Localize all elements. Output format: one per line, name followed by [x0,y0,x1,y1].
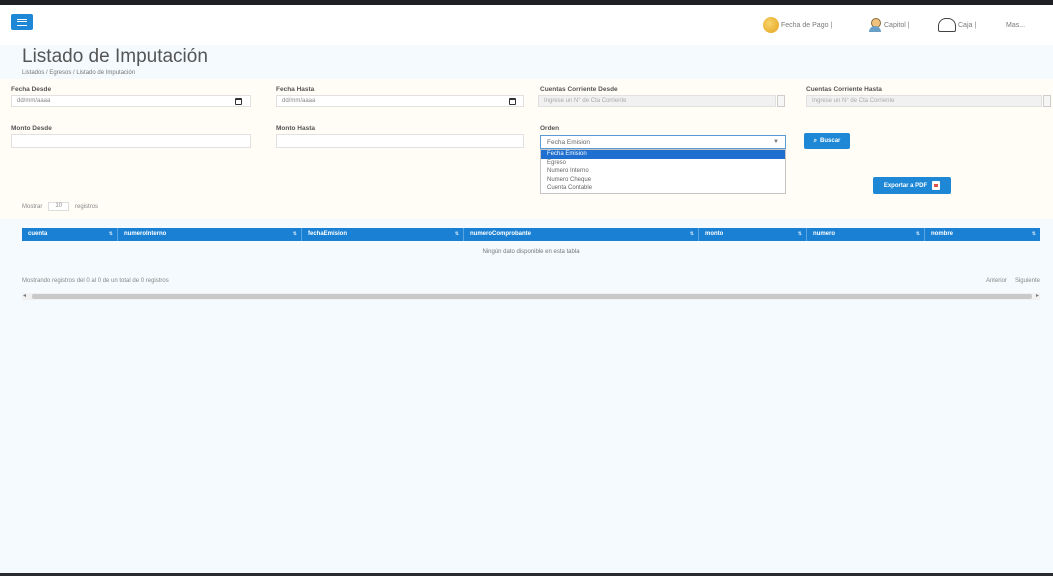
caja-label: Caja | [958,21,977,29]
column-header-numero-comprobante[interactable]: numeroComprobante ⇅ [464,228,699,241]
cc-desde-label: Cuentas Corriente Desde [540,86,618,93]
cc-hasta-scroll[interactable] [1043,95,1051,107]
chevron-down-icon: ▼ [773,139,779,145]
buscar-button[interactable]: ⌕ Buscar [804,133,850,149]
table-info-row: Mostrando registros del 0 al 0 de un tot… [22,278,1040,284]
monto-desde-label: Monto Desde [11,125,52,132]
column-header-cuenta[interactable]: cuenta ⇅ [22,228,118,241]
sort-icon: ⇅ [915,231,920,237]
pagination-previous[interactable]: Anterior [986,278,1007,284]
orden-select[interactable]: Fecha Emision ▼ [540,135,786,149]
orden-option-numero-cheque[interactable]: Numero Cheque [541,176,785,185]
table-header: cuenta ⇅ numeroInterno ⇅ fechaEmision ⇅ num… [22,228,1040,241]
cc-hasta-input[interactable]: Ingrese un N° de Cta Corriente [806,95,1042,107]
orden-option-egreso[interactable]: Egreso [541,159,785,168]
column-header-monto[interactable]: monto ⇅ [699,228,807,241]
table-info: Mostrando registros del 0 al 0 de un tot… [22,278,169,284]
page-title: Listado de Imputación [22,46,208,67]
top-navbar: Fecha de Pago | Capitol | Caja | Mas... [0,5,1053,45]
cc-desde-input[interactable]: Ingrese un N° de Cta Corriente [538,95,776,107]
cc-desde-scroll[interactable] [777,95,785,107]
nav-usuario[interactable]: Capitol | [868,15,910,35]
page-length-control: Mostrar 10 registros [22,202,98,211]
orden-dropdown-list: Fecha Emision Egreso Numero Interno Nume… [540,149,786,194]
menu-toggle-button[interactable] [11,14,33,30]
column-header-numero[interactable]: numero ⇅ [807,228,925,241]
empty-table-message: Ningún dato disponible en esta tabla [482,249,580,255]
pdf-icon [932,181,941,190]
nav-caja[interactable]: Caja | [938,15,976,35]
coin-icon [763,17,779,33]
sort-icon: ⇅ [108,231,113,237]
fecha-hasta-input[interactable]: dd/mm/aaaa [276,95,524,107]
orden-option-numero-interno[interactable]: Numero Interno [541,167,785,176]
sort-icon: ⇅ [689,231,694,237]
column-header-nombre[interactable]: nombre ⇅ [925,228,1040,241]
show-suffix: registros [75,203,99,210]
hamburger-icon [17,18,27,26]
calendar-icon[interactable] [509,98,516,105]
monto-hasta-input[interactable] [276,134,524,148]
scrollbar-thumb[interactable] [32,294,1032,299]
monto-hasta-label: Monto Hasta [276,125,315,132]
cc-hasta-label: Cuentas Corriente Hasta [806,86,882,93]
pagination-next[interactable]: Siguiente [1015,278,1040,284]
orden-label: Orden [540,125,560,132]
mas-label: Mas... [1006,21,1026,29]
nav-mas[interactable]: Mas... [1006,15,1025,35]
pagination: Anterior Siguiente [986,278,1040,284]
sort-icon: ⇅ [797,231,802,237]
search-icon: ⌕ [813,137,818,144]
fecha-desde-label: Fecha Desde [11,86,52,93]
orden-option-cuenta-contable[interactable]: Cuenta Contable [541,184,785,193]
fecha-desde-input[interactable]: dd/mm/aaaa [11,95,251,107]
scroll-right-arrow-icon[interactable]: ▸ [1036,293,1039,300]
export-pdf-label: Exportar a PDF [883,182,928,189]
usuario-label: Capitol | [884,21,910,29]
export-pdf-button[interactable]: Exportar a PDF [873,177,951,194]
monto-desde-input[interactable] [11,134,251,148]
orden-selected-value: Fecha Emision [547,139,590,146]
breadcrumb: Listados / Egresos / Listado de Imputaci… [22,70,136,76]
cash-register-icon [938,18,956,32]
scroll-left-arrow-icon[interactable]: ◂ [23,293,26,300]
orden-option-fecha-emision[interactable]: Fecha Emision [541,150,785,159]
fecha-hasta-label: Fecha Hasta [276,86,315,93]
sort-icon: ⇅ [292,231,297,237]
column-header-fecha-emision[interactable]: fechaEmision ⇅ [302,228,464,241]
calendar-icon[interactable] [235,98,242,105]
horizontal-scrollbar[interactable]: ◂ ▸ [22,293,1040,300]
sort-icon: ⇅ [454,231,459,237]
show-prefix: Mostrar [22,203,43,210]
column-header-numero-interno[interactable]: numeroInterno ⇅ [118,228,302,241]
fecha-pago-label: Fecha de Pago | [781,21,833,29]
user-icon [868,18,882,32]
buscar-label: Buscar [820,138,841,144]
sort-icon: ⇅ [1031,231,1036,237]
nav-fecha-pago[interactable]: Fecha de Pago | [763,15,832,35]
page-length-select[interactable]: 10 [48,202,70,211]
